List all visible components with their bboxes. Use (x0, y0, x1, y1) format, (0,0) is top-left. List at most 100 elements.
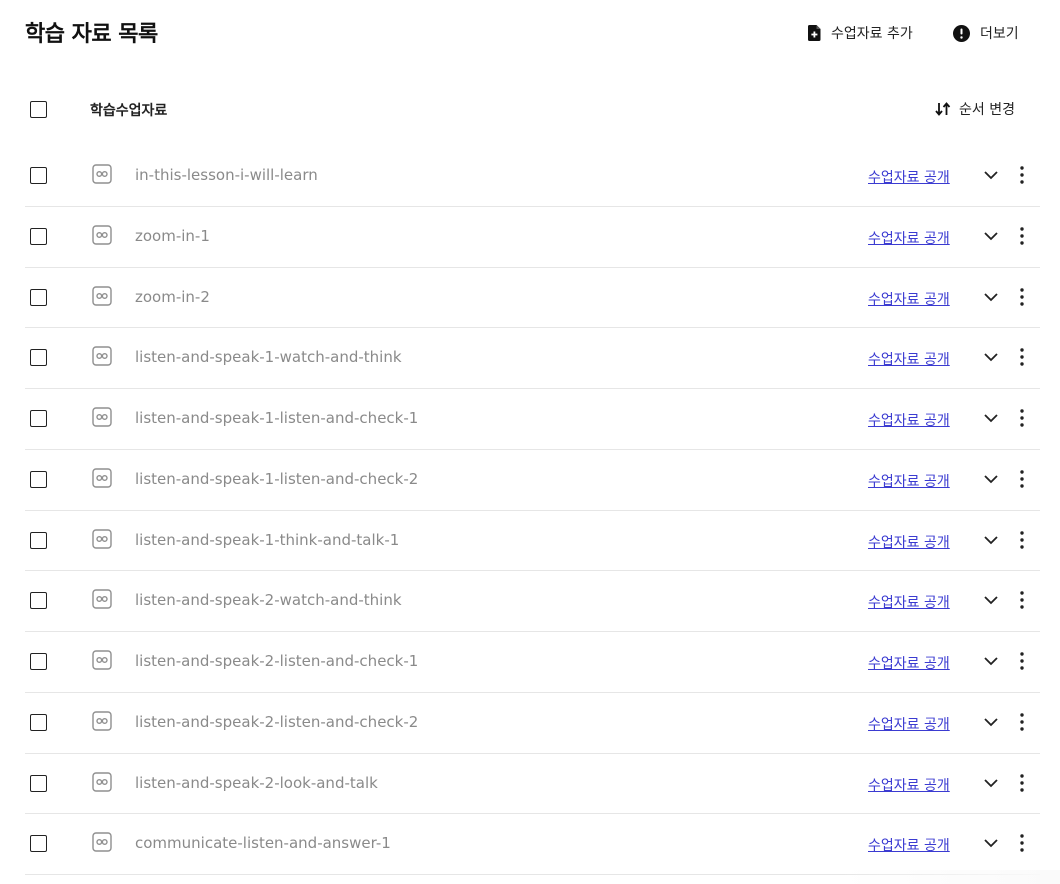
publish-material-link[interactable]: 수업자료 공개 (868, 592, 950, 612)
reorder-button[interactable]: 순서 변경 (935, 99, 1015, 119)
column-label: 학습수업자료 (90, 103, 168, 119)
row-checkbox[interactable] (30, 592, 47, 610)
kebab-menu-icon[interactable] (1014, 347, 1030, 367)
add-material-label: 수업자료 추가 (831, 26, 913, 42)
row-checkbox[interactable] (30, 167, 47, 184)
publish-material-link[interactable]: 수업자료 공개 (868, 289, 950, 309)
chevron-down-icon[interactable] (983, 655, 999, 667)
page-title: 학습 자료 목록 (25, 22, 158, 47)
kebab-menu-icon[interactable] (1014, 226, 1030, 246)
list-item: listen-and-speak-2-watch-and-think 수업자료 … (0, 571, 1060, 632)
material-name: zoom-in-1 (135, 226, 210, 245)
publish-material-link[interactable]: 수업자료 공개 (868, 775, 950, 795)
chevron-down-icon[interactable] (983, 412, 999, 424)
material-name: listen-and-speak-2-look-and-talk (135, 773, 378, 792)
list-item: listen-and-speak-1-listen-and-check-1 수업… (0, 389, 1060, 450)
row-checkbox[interactable] (30, 410, 47, 427)
learning-materials-page: 학습 자료 목록 수업자료 추가 더보기 학습수업자료 순서 변경 in-thi… (0, 0, 1060, 884)
kebab-menu-icon[interactable] (1014, 408, 1030, 428)
list-item: listen-and-speak-2-listen-and-check-2 수업… (0, 693, 1060, 754)
list-item: listen-and-speak-2-listen-and-check-1 수업… (0, 632, 1060, 693)
chevron-down-icon[interactable] (983, 230, 999, 242)
publish-material-link[interactable]: 수업자료 공개 (868, 167, 950, 187)
kebab-menu-icon[interactable] (1014, 165, 1030, 185)
interactive-content-icon (92, 346, 112, 366)
publish-material-link[interactable]: 수업자료 공개 (868, 714, 950, 734)
reorder-label: 순서 변경 (959, 102, 1015, 118)
kebab-menu-icon[interactable] (1014, 287, 1030, 307)
kebab-menu-icon[interactable] (1014, 651, 1030, 671)
sort-arrows-icon (935, 102, 951, 116)
publish-material-link[interactable]: 수업자료 공개 (868, 835, 950, 855)
row-checkbox[interactable] (30, 774, 47, 792)
chevron-down-icon[interactable] (983, 473, 999, 485)
list-header: 학습수업자료 순서 변경 (0, 80, 1060, 140)
list-item: in-this-lesson-i-will-learn 수업자료 공개 (0, 146, 1060, 207)
kebab-menu-icon[interactable] (1014, 590, 1030, 610)
chevron-down-icon[interactable] (983, 169, 999, 181)
chevron-down-icon[interactable] (983, 351, 999, 363)
publish-material-link[interactable]: 수업자료 공개 (868, 228, 950, 248)
list-item: communicate-listen-and-answer-1 수업자료 공개 (0, 814, 1060, 875)
interactive-content-icon (92, 407, 112, 427)
interactive-content-icon (92, 589, 112, 609)
row-checkbox[interactable] (30, 349, 47, 367)
row-checkbox[interactable] (30, 531, 47, 549)
list-item: listen-and-speak-1-watch-and-think 수업자료 … (0, 328, 1060, 389)
interactive-content-icon (92, 771, 112, 792)
publish-material-link[interactable]: 수업자료 공개 (868, 349, 950, 369)
list-item: zoom-in-1 수업자료 공개 (0, 207, 1060, 268)
list-item: listen-and-speak-1-listen-and-check-2 수업… (0, 450, 1060, 511)
publish-material-link[interactable]: 수업자료 공개 (868, 653, 950, 673)
page-header: 학습 자료 목록 수업자료 추가 더보기 (0, 0, 1060, 66)
bottom-fade (840, 870, 1060, 884)
row-checkbox[interactable] (30, 470, 47, 488)
material-name: listen-and-speak-2-watch-and-think (135, 591, 402, 610)
chevron-down-icon[interactable] (983, 291, 999, 303)
interactive-content-icon (92, 225, 112, 245)
more-label: 더보기 (980, 26, 1019, 42)
row-checkbox[interactable] (30, 227, 47, 245)
interactive-content-icon (92, 832, 112, 852)
material-name: listen-and-speak-1-listen-and-check-2 (135, 469, 419, 488)
more-button[interactable]: 더보기 (953, 22, 1019, 44)
list-item: listen-and-speak-1-think-and-talk-1 수업자료… (0, 511, 1060, 572)
interactive-content-icon (92, 711, 112, 731)
row-checkbox[interactable] (30, 288, 47, 306)
interactive-content-icon (92, 650, 112, 670)
kebab-menu-icon[interactable] (1014, 773, 1030, 793)
material-name: listen-and-speak-2-listen-and-check-1 (135, 652, 419, 670)
chevron-down-icon[interactable] (983, 777, 999, 789)
chevron-down-icon[interactable] (983, 594, 999, 606)
material-name: communicate-listen-and-answer-1 (135, 834, 391, 853)
material-name: listen-and-speak-2-listen-and-check-2 (135, 712, 419, 731)
material-name: zoom-in-2 (135, 287, 210, 306)
interactive-content-icon (92, 528, 112, 549)
chevron-down-icon[interactable] (983, 837, 999, 849)
materials-list: in-this-lesson-i-will-learn 수업자료 공개 zoom… (0, 146, 1060, 875)
kebab-menu-icon[interactable] (1014, 530, 1030, 550)
kebab-menu-icon[interactable] (1014, 833, 1030, 853)
publish-material-link[interactable]: 수업자료 공개 (868, 532, 950, 552)
row-checkbox[interactable] (30, 653, 47, 670)
row-checkbox[interactable] (30, 835, 47, 853)
list-item: listen-and-speak-2-look-and-talk 수업자료 공개 (0, 754, 1060, 815)
material-name: in-this-lesson-i-will-learn (135, 166, 318, 184)
select-all-checkbox[interactable] (30, 101, 47, 118)
publish-material-link[interactable]: 수업자료 공개 (868, 471, 950, 491)
interactive-content-icon (92, 164, 112, 184)
chevron-down-icon[interactable] (983, 716, 999, 728)
interactive-content-icon (92, 468, 112, 488)
list-item: zoom-in-2 수업자료 공개 (0, 268, 1060, 329)
interactive-content-icon (92, 285, 112, 306)
file-plus-icon (808, 25, 821, 41)
publish-material-link[interactable]: 수업자료 공개 (868, 410, 950, 430)
add-material-button[interactable]: 수업자료 추가 (808, 22, 913, 44)
material-name: listen-and-speak-1-think-and-talk-1 (135, 530, 400, 549)
chevron-down-icon[interactable] (983, 534, 999, 546)
kebab-menu-icon[interactable] (1014, 712, 1030, 732)
row-checkbox[interactable] (30, 713, 47, 731)
kebab-menu-icon[interactable] (1014, 469, 1030, 489)
material-name: listen-and-speak-1-listen-and-check-1 (135, 409, 419, 427)
material-name: listen-and-speak-1-watch-and-think (135, 348, 402, 367)
